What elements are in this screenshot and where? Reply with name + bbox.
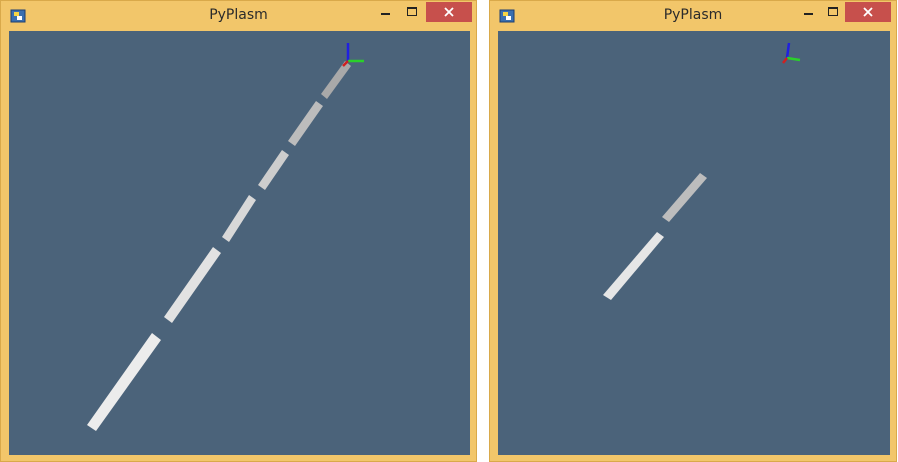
axes-gizmo — [342, 43, 364, 67]
segment-2 — [164, 247, 221, 323]
maximize-button[interactable] — [399, 2, 425, 22]
maximize-icon — [828, 7, 838, 16]
close-button[interactable] — [426, 2, 472, 22]
segment-5 — [288, 101, 323, 146]
segment-3 — [222, 195, 256, 242]
line-segments — [603, 173, 707, 300]
segment-1 — [87, 333, 161, 431]
minimize-icon — [381, 13, 390, 15]
close-icon — [444, 7, 454, 17]
scene-canvas[interactable] — [9, 31, 470, 455]
3d-viewport[interactable] — [9, 31, 470, 455]
minimize-button[interactable] — [796, 2, 822, 22]
minimize-button[interactable] — [373, 2, 399, 22]
x-axis — [782, 57, 788, 64]
scene-canvas[interactable] — [498, 31, 890, 455]
close-icon — [863, 7, 873, 17]
maximize-button[interactable] — [820, 2, 846, 22]
close-button[interactable] — [845, 2, 891, 22]
title-bar[interactable]: PyPlasm — [490, 1, 896, 31]
axes-gizmo — [782, 42, 801, 64]
pyplasm-window-right: PyPlasm — [489, 0, 897, 462]
maximize-icon — [407, 7, 417, 16]
z-axis — [785, 42, 791, 59]
minimize-icon — [804, 13, 813, 15]
segment-4 — [258, 150, 289, 190]
segment-2 — [662, 173, 707, 222]
segment-1 — [603, 232, 664, 300]
line-segments — [87, 61, 351, 431]
y-axis — [786, 56, 801, 62]
segment-6 — [321, 61, 351, 99]
title-bar[interactable]: PyPlasm — [1, 1, 476, 31]
3d-viewport[interactable] — [498, 31, 890, 455]
pyplasm-window-left: PyPlasm — [0, 0, 477, 462]
